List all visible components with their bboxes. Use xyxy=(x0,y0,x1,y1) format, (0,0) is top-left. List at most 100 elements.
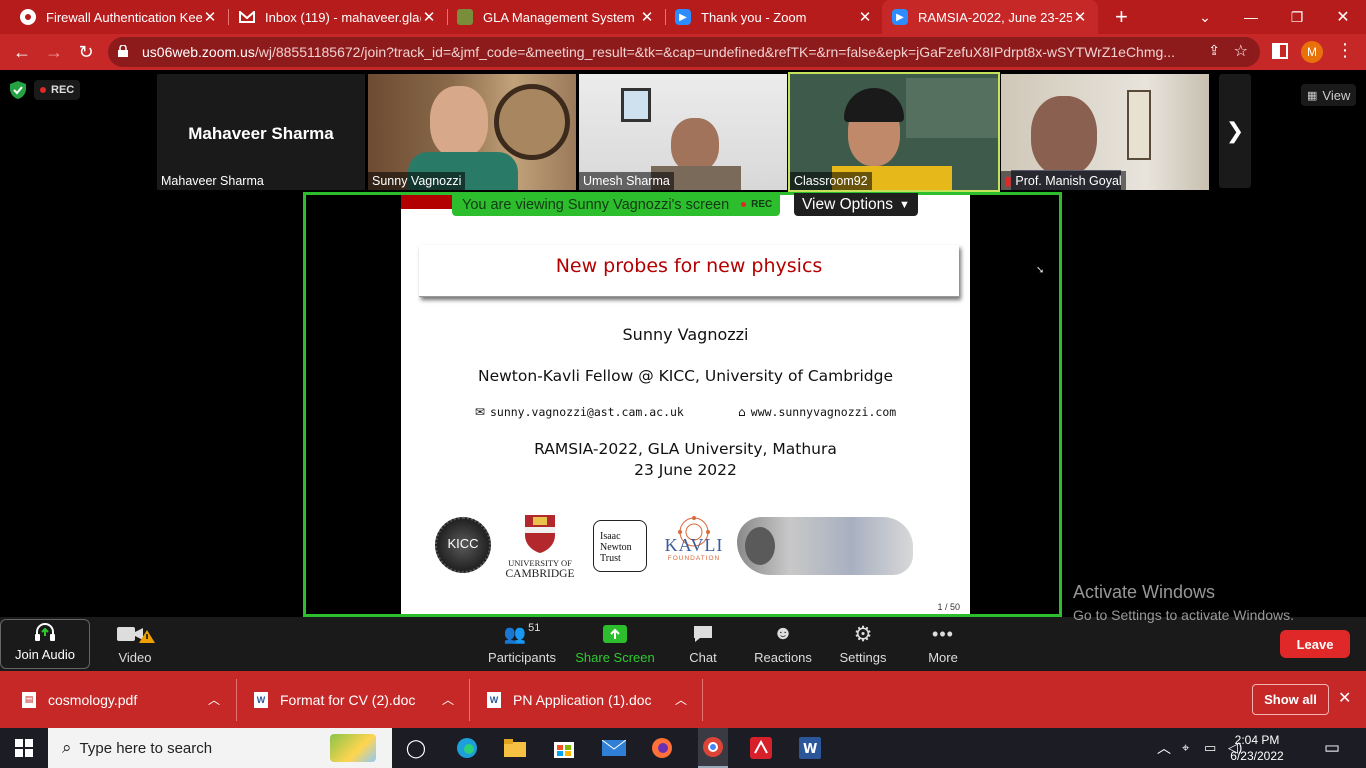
more-button[interactable]: ••• More xyxy=(916,617,970,671)
minimize-button[interactable]: ― xyxy=(1228,0,1274,34)
back-arrow-icon[interactable]: ← xyxy=(10,40,34,64)
muted-mic-icon: ▮ xyxy=(1005,174,1012,188)
bookmark-star-icon[interactable]: ☆ xyxy=(1234,41,1248,61)
participants-count: 51 xyxy=(528,622,541,634)
cambridge-crest-icon xyxy=(525,515,555,553)
view-layout-button[interactable]: ▦ View xyxy=(1301,84,1357,106)
file-explorer-icon[interactable] xyxy=(503,736,527,760)
location-icon[interactable]: ⌖ xyxy=(1182,728,1189,768)
share-screen-button[interactable]: Share Screen xyxy=(574,617,656,671)
profile-avatar[interactable]: M xyxy=(1301,41,1323,63)
grid-icon: ▦ xyxy=(1307,89,1318,102)
leave-button[interactable]: Leave xyxy=(1280,630,1350,658)
zoom-icon: ▶ xyxy=(675,9,691,25)
slide-contacts: ✉ sunny.vagnozzi@ast.cam.ac.uk ⌂ www.sun… xyxy=(401,401,970,420)
gear-icon: ⚙ xyxy=(853,622,873,646)
join-audio-button[interactable]: Join Audio xyxy=(0,619,90,669)
download-item[interactable]: W Format for CV (2).doc ︿ xyxy=(254,671,466,728)
notification-center-icon[interactable]: ▭ xyxy=(1324,728,1340,768)
tab-close-icon[interactable]: ✕ xyxy=(1072,8,1088,26)
tab-title: RAMSIA-2022, June 23-25, 2( xyxy=(918,9,1072,25)
chevron-up-icon[interactable]: ︿ xyxy=(208,691,220,708)
browser-toolbar: ← → ↻ us06web.zoom.us/wj/88551185672/joi… xyxy=(0,34,1366,70)
participant-name: Classroom92 xyxy=(790,172,872,190)
reload-icon[interactable]: ↻ xyxy=(74,40,98,64)
new-tab-button[interactable]: + xyxy=(1105,0,1135,34)
meeting-controls: Join Audio Video 👥 51 Participants Share … xyxy=(0,617,1366,671)
home-icon: ⌂ xyxy=(738,405,746,419)
acrobat-icon[interactable] xyxy=(749,736,773,760)
tab-gla[interactable]: GLA Management System ✕ xyxy=(447,0,665,34)
word-icon[interactable]: W xyxy=(798,736,822,760)
view-options-button[interactable]: View Options ▼ xyxy=(794,193,918,216)
network-icon[interactable]: ▭ xyxy=(1204,728,1216,768)
search-icon: ⌕ xyxy=(62,738,72,757)
chat-button[interactable]: Chat xyxy=(676,617,730,671)
side-panel-icon[interactable] xyxy=(1272,43,1288,59)
restore-button[interactable]: ❐ xyxy=(1274,0,1320,34)
chat-bubble-icon xyxy=(692,622,714,646)
reactions-button[interactable]: ☻ Reactions xyxy=(750,617,816,671)
download-item[interactable]: W PN Application (1).doc ︿ xyxy=(487,671,699,728)
download-item[interactable]: ▤ cosmology.pdf ︿ xyxy=(22,671,232,728)
recording-indicator[interactable]: REC xyxy=(34,80,81,100)
tab-search-chevron-icon[interactable]: ⌄ xyxy=(1182,0,1228,34)
taskbar-clock[interactable]: 2:04 PM 6/23/2022 xyxy=(1222,732,1292,764)
chevron-up-icon[interactable]: ︿ xyxy=(442,691,454,708)
cambridge-logo: UNIVERSITY OF CAMBRIDGE xyxy=(503,513,577,580)
microsoft-store-icon[interactable] xyxy=(552,736,576,760)
tab-ramsia[interactable]: ▶ RAMSIA-2022, June 23-25, 2( ✕ xyxy=(882,0,1098,34)
chrome-taskbar-icon[interactable] xyxy=(698,728,728,768)
close-icon[interactable]: ✕ xyxy=(1338,688,1351,708)
kebab-menu-icon[interactable]: ⋮ xyxy=(1336,40,1354,61)
person-video xyxy=(430,86,488,158)
gmail-icon xyxy=(239,9,255,25)
participant-tile[interactable]: Umesh Sharma xyxy=(579,74,787,190)
close-window-button[interactable]: ✕ xyxy=(1320,0,1366,34)
tab-close-icon[interactable]: ✕ xyxy=(421,8,437,26)
task-view-icon[interactable]: ◯ xyxy=(404,736,428,760)
url-text: us06web.zoom.us/wj/88551185672/join?trac… xyxy=(142,44,1175,60)
svg-text:W: W xyxy=(803,742,817,757)
settings-button[interactable]: ⚙ Settings xyxy=(834,617,892,671)
slide-email: sunny.vagnozzi@ast.cam.ac.uk xyxy=(489,405,684,419)
kicc-logo: KICC xyxy=(435,517,491,573)
tab-close-icon[interactable]: ✕ xyxy=(202,8,218,26)
chrome-icon xyxy=(20,9,36,25)
participants-button[interactable]: 👥 51 Participants xyxy=(484,617,560,671)
share-icon[interactable]: ⇪ xyxy=(1208,42,1220,59)
participant-tile[interactable]: Sunny Vagnozzi xyxy=(368,74,576,190)
mail-icon[interactable] xyxy=(602,736,626,760)
participant-tile[interactable]: Mahaveer Sharma Mahaveer Sharma xyxy=(157,74,365,190)
participant-name: Mahaveer Sharma xyxy=(161,174,264,188)
zoom-icon: ▶ xyxy=(892,9,908,25)
firefox-icon[interactable] xyxy=(650,736,674,760)
slide-author: Sunny Vagnozzi xyxy=(622,325,749,344)
kavli-logo: KAVLI FOUNDATION xyxy=(659,515,729,575)
chevron-up-icon[interactable]: ︿ xyxy=(675,691,687,708)
participant-name: Sunny Vagnozzi xyxy=(368,172,466,190)
tab-firewall[interactable]: Firewall Authentication Keep ✕ xyxy=(10,0,228,34)
tab-close-icon[interactable]: ✕ xyxy=(857,8,873,26)
slide-header-bar xyxy=(401,195,453,209)
forward-arrow-icon[interactable]: → xyxy=(42,40,66,64)
tab-zoom-thankyou[interactable]: ▶ Thank you - Zoom ✕ xyxy=(665,0,883,34)
show-all-button[interactable]: Show all xyxy=(1252,684,1329,715)
show-hidden-icons-chevron-icon[interactable]: ︿ xyxy=(1157,728,1171,768)
next-page-chevron-icon[interactable]: ❯ xyxy=(1219,74,1251,188)
video-button[interactable]: Video xyxy=(100,617,170,671)
tab-gmail[interactable]: Inbox (119) - mahaveer.gla@ ✕ xyxy=(229,0,447,34)
edge-icon[interactable] xyxy=(455,736,479,760)
windows-start-icon[interactable] xyxy=(12,736,36,760)
participant-tile-active-speaker[interactable]: Classroom92 xyxy=(788,72,1000,192)
tab-title: Inbox (119) - mahaveer.gla@ xyxy=(265,9,421,25)
slide-date: 23 June 2022 xyxy=(634,461,737,479)
gla-icon xyxy=(457,9,473,25)
encryption-shield-icon[interactable] xyxy=(8,80,28,100)
tab-close-icon[interactable]: ✕ xyxy=(639,8,655,26)
address-bar[interactable]: us06web.zoom.us/wj/88551185672/join?trac… xyxy=(108,37,1260,67)
participant-tile[interactable]: ▮ Prof. Manish Goyal xyxy=(1001,74,1209,190)
shared-screen: New probes for new physics Sunny Vagnozz… xyxy=(303,192,1062,617)
taskbar-search-input[interactable]: ⌕ Type here to search xyxy=(48,728,392,768)
decorative-collage-image xyxy=(737,517,913,575)
